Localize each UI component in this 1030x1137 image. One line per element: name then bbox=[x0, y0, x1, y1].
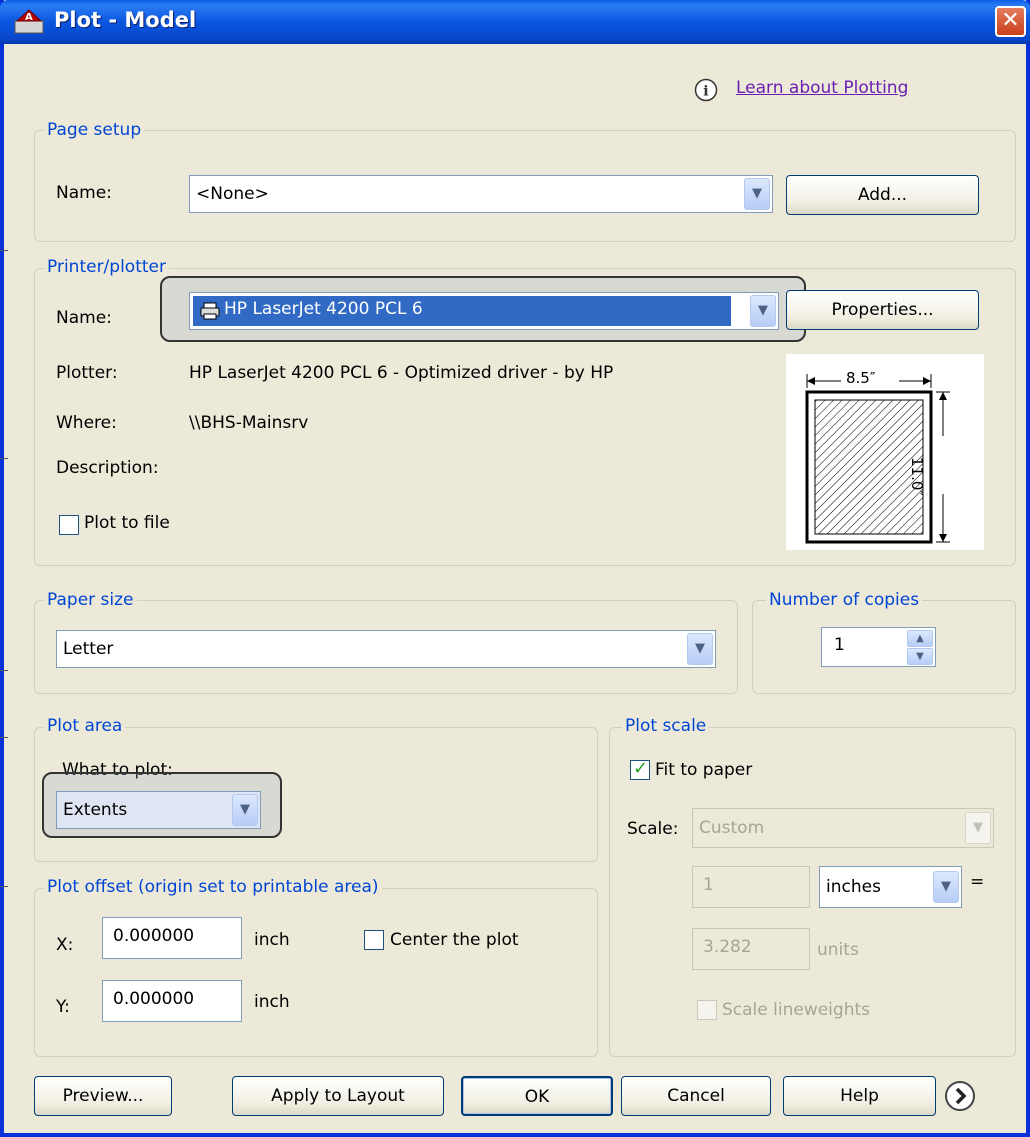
page-setup-name-value: <None> bbox=[196, 184, 269, 204]
checkmark-icon: ✓ bbox=[633, 758, 649, 779]
description-label: Description: bbox=[56, 458, 159, 478]
scale-value1-input[interactable]: 1 bbox=[692, 866, 810, 908]
help-button[interactable]: Help bbox=[783, 1076, 936, 1116]
window-title: Plot - Model bbox=[54, 8, 197, 32]
scale-unit-value: inches bbox=[826, 877, 881, 897]
cancel-button[interactable]: Cancel bbox=[621, 1076, 771, 1116]
scale-unit-combo[interactable]: inches ▼ bbox=[819, 866, 962, 908]
paper-size-combo[interactable]: Letter ▼ bbox=[56, 630, 716, 668]
scale-combo[interactable]: Custom ▼ bbox=[692, 808, 994, 848]
add-page-setup-button[interactable]: Add... bbox=[786, 175, 979, 215]
edge-tick bbox=[0, 250, 8, 251]
preview-height-label: 11.0″ bbox=[908, 457, 926, 497]
chevron-down-icon[interactable]: ▼ bbox=[933, 871, 959, 903]
plot-to-file-checkbox[interactable] bbox=[59, 515, 79, 535]
close-button[interactable]: ✕ bbox=[995, 6, 1026, 37]
spin-up-icon[interactable]: ▲ bbox=[907, 630, 933, 647]
page-setup-legend: Page setup bbox=[44, 120, 145, 140]
chevron-down-icon[interactable]: ▼ bbox=[232, 794, 258, 826]
center-plot-label: Center the plot bbox=[390, 930, 519, 950]
printer-icon bbox=[200, 302, 220, 320]
where-value: \\BHS-Mainsrv bbox=[189, 413, 309, 433]
scale-unit2-label: units bbox=[817, 940, 859, 960]
plot-scale-legend: Plot scale bbox=[622, 716, 710, 736]
paper-size-legend: Paper size bbox=[44, 590, 137, 610]
what-to-plot-combo[interactable]: Extents ▼ bbox=[56, 791, 261, 829]
copies-spinner[interactable]: 1 ▲ ▼ bbox=[821, 627, 936, 667]
fit-to-paper-label: Fit to paper bbox=[655, 760, 753, 780]
fit-to-paper-checkbox[interactable]: ✓ bbox=[630, 758, 650, 780]
plot-offset-legend: Plot offset (origin set to printable are… bbox=[44, 877, 382, 897]
svg-text:A: A bbox=[25, 12, 33, 23]
edge-tick bbox=[0, 670, 8, 671]
page-setup-name-combo[interactable]: <None> ▼ bbox=[189, 175, 773, 213]
ok-button[interactable]: OK bbox=[461, 1076, 613, 1116]
preview-width-label: 8.5″ bbox=[846, 369, 876, 387]
apply-to-layout-button[interactable]: Apply to Layout bbox=[232, 1076, 444, 1116]
printer-plotter-legend: Printer/plotter bbox=[44, 257, 169, 277]
plotter-label: Plotter: bbox=[56, 363, 118, 383]
paper-preview: 8.5″ 11.0″ bbox=[786, 354, 984, 550]
info-icon: i bbox=[694, 78, 718, 102]
offset-x-unit: inch bbox=[254, 930, 290, 950]
offset-y-input[interactable]: 0.000000 bbox=[102, 980, 242, 1022]
scale-value1: 1 bbox=[703, 875, 714, 895]
plotter-value: HP LaserJet 4200 PCL 6 - Optimized drive… bbox=[189, 363, 614, 383]
copies-value: 1 bbox=[834, 635, 845, 655]
chevron-down-icon[interactable]: ▼ bbox=[750, 295, 776, 327]
properties-button[interactable]: Properties... bbox=[786, 290, 979, 330]
scale-value: Custom bbox=[699, 818, 765, 838]
offset-x-value: 0.000000 bbox=[113, 926, 195, 946]
scale-lineweights-checkbox[interactable] bbox=[697, 1000, 717, 1020]
svg-text:i: i bbox=[703, 84, 708, 100]
learn-about-plotting-link[interactable]: Learn about Plotting bbox=[736, 78, 908, 98]
scale-lineweights-label: Scale lineweights bbox=[722, 1000, 870, 1020]
scale-label: Scale: bbox=[627, 819, 679, 839]
offset-y-unit: inch bbox=[254, 992, 290, 1012]
plot-area-legend: Plot area bbox=[44, 716, 126, 736]
plot-dialog: A Plot - Model ✕ i Learn about Plotting … bbox=[0, 0, 1030, 1137]
edge-tick bbox=[0, 886, 8, 887]
what-to-plot-value: Extents bbox=[63, 800, 128, 820]
plot-offset-group bbox=[34, 888, 598, 1057]
page-setup-name-label: Name: bbox=[56, 183, 112, 203]
paper-preview-drawing bbox=[805, 374, 950, 544]
center-plot-checkbox[interactable] bbox=[364, 930, 384, 950]
chevron-down-icon[interactable]: ▼ bbox=[744, 178, 770, 210]
scale-value2-input[interactable]: 3.282 bbox=[692, 928, 810, 970]
autocad-logo-icon: A bbox=[14, 9, 44, 34]
printer-name-label: Name: bbox=[56, 308, 112, 328]
where-label: Where: bbox=[56, 413, 117, 433]
title-bar[interactable]: A Plot - Model ✕ bbox=[0, 0, 1030, 44]
preview-button[interactable]: Preview... bbox=[34, 1076, 172, 1116]
offset-x-input[interactable]: 0.000000 bbox=[102, 917, 242, 959]
printer-name-value: HP LaserJet 4200 PCL 6 bbox=[224, 299, 423, 319]
paper-size-value: Letter bbox=[63, 639, 114, 659]
edge-tick bbox=[0, 458, 8, 459]
printer-name-combo[interactable]: HP LaserJet 4200 PCL 6 ▼ bbox=[189, 292, 779, 330]
spin-down-icon[interactable]: ▼ bbox=[907, 648, 933, 665]
chevron-down-icon[interactable]: ▼ bbox=[965, 812, 991, 844]
equals-sign: = bbox=[970, 872, 985, 892]
scale-value2: 3.282 bbox=[703, 937, 752, 957]
plot-to-file-label: Plot to file bbox=[84, 513, 170, 533]
offset-x-label: X: bbox=[56, 935, 74, 955]
offset-y-label: Y: bbox=[56, 997, 70, 1017]
offset-y-value: 0.000000 bbox=[113, 989, 195, 1009]
chevron-right-circle-icon[interactable] bbox=[944, 1080, 976, 1112]
edge-tick bbox=[0, 737, 8, 738]
chevron-down-icon[interactable]: ▼ bbox=[687, 633, 713, 665]
copies-legend: Number of copies bbox=[766, 590, 923, 610]
